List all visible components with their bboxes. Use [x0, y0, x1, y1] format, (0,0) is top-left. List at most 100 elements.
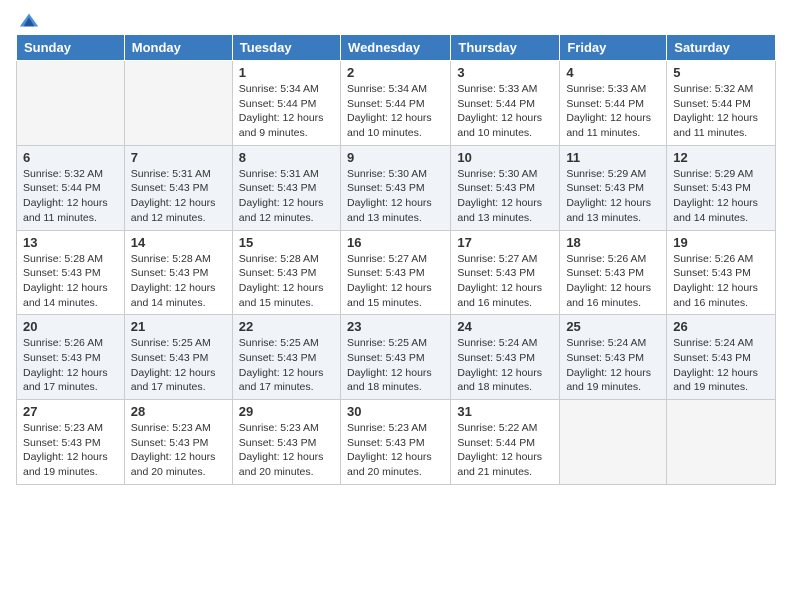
calendar-day-cell: 10 Sunrise: 5:30 AMSunset: 5:43 PMDayligh… [451, 145, 560, 230]
day-number: 26 [673, 319, 769, 334]
day-number: 28 [131, 404, 226, 419]
day-number: 2 [347, 65, 444, 80]
day-number: 24 [457, 319, 553, 334]
day-info: Sunrise: 5:34 AMSunset: 5:44 PMDaylight:… [347, 82, 444, 141]
day-info: Sunrise: 5:26 AMSunset: 5:43 PMDaylight:… [23, 336, 118, 395]
calendar-day-cell: 12Sunrise: 5:29 AMSunset: 5:43 PMDayligh… [667, 145, 776, 230]
calendar-table: SundayMondayTuesdayWednesdayThursdayFrid… [16, 34, 776, 485]
day-number: 10 [457, 150, 553, 165]
calendar-day-cell: 28 Sunrise: 5:23 AMSunset: 5:43 PMDayligh… [124, 400, 232, 485]
day-info: Sunrise: 5:28 AMSunset: 5:43 PMDaylight:… [131, 252, 226, 311]
calendar-day-cell: 9 Sunrise: 5:30 AMSunset: 5:43 PMDaylight… [341, 145, 451, 230]
calendar-day-cell: 15 Sunrise: 5:28 AMSunset: 5:43 PMDayligh… [232, 230, 340, 315]
day-info: Sunrise: 5:34 AMSunset: 5:44 PMDaylight:… [239, 82, 334, 141]
day-info: Sunrise: 5:31 AMSunset: 5:43 PMDaylight:… [239, 167, 334, 226]
day-info: Sunrise: 5:30 AMSunset: 5:43 PMDaylight:… [457, 167, 553, 226]
day-info: Sunrise: 5:32 AMSunset: 5:44 PMDaylight:… [23, 167, 118, 226]
day-number: 31 [457, 404, 553, 419]
day-number: 23 [347, 319, 444, 334]
day-info: Sunrise: 5:24 AMSunset: 5:43 PMDaylight:… [457, 336, 553, 395]
day-info: Sunrise: 5:24 AMSunset: 5:43 PMDaylight:… [566, 336, 660, 395]
day-number: 6 [23, 150, 118, 165]
calendar-day-cell: 16 Sunrise: 5:27 AMSunset: 5:43 PMDayligh… [341, 230, 451, 315]
calendar-day-cell: 14 Sunrise: 5:28 AMSunset: 5:43 PMDayligh… [124, 230, 232, 315]
day-number: 9 [347, 150, 444, 165]
calendar-day-cell: 4Sunrise: 5:33 AMSunset: 5:44 PMDaylight… [560, 61, 667, 146]
day-number: 25 [566, 319, 660, 334]
header [16, 10, 776, 26]
calendar-day-cell: 1 Sunrise: 5:34 AMSunset: 5:44 PMDaylight… [232, 61, 340, 146]
calendar-day-header: Monday [124, 35, 232, 61]
day-number: 17 [457, 235, 553, 250]
day-number: 21 [131, 319, 226, 334]
day-info: Sunrise: 5:22 AMSunset: 5:44 PMDaylight:… [457, 421, 553, 480]
calendar-week-row: 1 Sunrise: 5:34 AMSunset: 5:44 PMDaylight… [17, 61, 776, 146]
day-info: Sunrise: 5:24 AMSunset: 5:43 PMDaylight:… [673, 336, 769, 395]
day-info: Sunrise: 5:28 AMSunset: 5:43 PMDaylight:… [23, 252, 118, 311]
calendar-day-cell: 7Sunrise: 5:31 AMSunset: 5:43 PMDaylight… [124, 145, 232, 230]
day-info: Sunrise: 5:29 AMSunset: 5:43 PMDaylight:… [566, 167, 660, 226]
day-number: 8 [239, 150, 334, 165]
calendar-day-cell: 5Sunrise: 5:32 AMSunset: 5:44 PMDaylight… [667, 61, 776, 146]
calendar-day-cell: 26 Sunrise: 5:24 AMSunset: 5:43 PMDayligh… [667, 315, 776, 400]
day-number: 22 [239, 319, 334, 334]
calendar-week-row: 27 Sunrise: 5:23 AMSunset: 5:43 PMDayligh… [17, 400, 776, 485]
calendar-day-cell: 22Sunrise: 5:25 AMSunset: 5:43 PMDayligh… [232, 315, 340, 400]
calendar-header-row: SundayMondayTuesdayWednesdayThursdayFrid… [17, 35, 776, 61]
day-number: 14 [131, 235, 226, 250]
day-number: 18 [566, 235, 660, 250]
day-info: Sunrise: 5:23 AMSunset: 5:43 PMDaylight:… [23, 421, 118, 480]
day-info: Sunrise: 5:30 AMSunset: 5:43 PMDaylight:… [347, 167, 444, 226]
day-number: 3 [457, 65, 553, 80]
calendar-day-cell: 2 Sunrise: 5:34 AMSunset: 5:44 PMDaylight… [341, 61, 451, 146]
logo [16, 10, 40, 26]
day-number: 11 [566, 150, 660, 165]
calendar-day-cell [667, 400, 776, 485]
day-info: Sunrise: 5:25 AMSunset: 5:43 PMDaylight:… [347, 336, 444, 395]
day-info: Sunrise: 5:33 AMSunset: 5:44 PMDaylight:… [566, 82, 660, 141]
day-number: 15 [239, 235, 334, 250]
day-info: Sunrise: 5:29 AMSunset: 5:43 PMDaylight:… [673, 167, 769, 226]
calendar-day-cell [124, 61, 232, 146]
day-info: Sunrise: 5:27 AMSunset: 5:43 PMDaylight:… [347, 252, 444, 311]
calendar-day-cell: 3Sunrise: 5:33 AMSunset: 5:44 PMDaylight… [451, 61, 560, 146]
calendar-day-header: Friday [560, 35, 667, 61]
calendar-day-cell: 29 Sunrise: 5:23 AMSunset: 5:43 PMDayligh… [232, 400, 340, 485]
calendar-day-cell: 8 Sunrise: 5:31 AMSunset: 5:43 PMDaylight… [232, 145, 340, 230]
calendar-day-cell: 24 Sunrise: 5:24 AMSunset: 5:43 PMDayligh… [451, 315, 560, 400]
calendar-day-cell: 31 Sunrise: 5:22 AMSunset: 5:44 PMDayligh… [451, 400, 560, 485]
calendar-week-row: 6 Sunrise: 5:32 AMSunset: 5:44 PMDaylight… [17, 145, 776, 230]
calendar-day-cell: 25 Sunrise: 5:24 AMSunset: 5:43 PMDayligh… [560, 315, 667, 400]
day-info: Sunrise: 5:27 AMSunset: 5:43 PMDaylight:… [457, 252, 553, 311]
day-number: 30 [347, 404, 444, 419]
day-info: Sunrise: 5:25 AMSunset: 5:43 PMDaylight:… [131, 336, 226, 395]
day-number: 29 [239, 404, 334, 419]
calendar-week-row: 13 Sunrise: 5:28 AMSunset: 5:43 PMDayligh… [17, 230, 776, 315]
day-number: 1 [239, 65, 334, 80]
day-number: 19 [673, 235, 769, 250]
day-number: 27 [23, 404, 118, 419]
day-number: 7 [131, 150, 226, 165]
calendar-day-cell: 13 Sunrise: 5:28 AMSunset: 5:43 PMDayligh… [17, 230, 125, 315]
day-number: 16 [347, 235, 444, 250]
calendar-week-row: 20Sunrise: 5:26 AMSunset: 5:43 PMDayligh… [17, 315, 776, 400]
calendar-day-cell: 23 Sunrise: 5:25 AMSunset: 5:43 PMDayligh… [341, 315, 451, 400]
day-info: Sunrise: 5:26 AMSunset: 5:43 PMDaylight:… [566, 252, 660, 311]
calendar-day-header: Tuesday [232, 35, 340, 61]
calendar-day-header: Wednesday [341, 35, 451, 61]
day-number: 13 [23, 235, 118, 250]
page: SundayMondayTuesdayWednesdayThursdayFrid… [0, 0, 792, 612]
day-info: Sunrise: 5:23 AMSunset: 5:43 PMDaylight:… [131, 421, 226, 480]
calendar-day-cell [560, 400, 667, 485]
calendar-day-cell: 11 Sunrise: 5:29 AMSunset: 5:43 PMDayligh… [560, 145, 667, 230]
calendar-day-header: Thursday [451, 35, 560, 61]
calendar-day-cell: 17 Sunrise: 5:27 AMSunset: 5:43 PMDayligh… [451, 230, 560, 315]
day-info: Sunrise: 5:32 AMSunset: 5:44 PMDaylight:… [673, 82, 769, 141]
calendar-day-cell: 21 Sunrise: 5:25 AMSunset: 5:43 PMDayligh… [124, 315, 232, 400]
calendar-day-cell: 20Sunrise: 5:26 AMSunset: 5:43 PMDayligh… [17, 315, 125, 400]
calendar-day-cell [17, 61, 125, 146]
calendar-day-header: Sunday [17, 35, 125, 61]
day-info: Sunrise: 5:28 AMSunset: 5:43 PMDaylight:… [239, 252, 334, 311]
calendar-day-cell: 6 Sunrise: 5:32 AMSunset: 5:44 PMDaylight… [17, 145, 125, 230]
day-info: Sunrise: 5:23 AMSunset: 5:43 PMDaylight:… [239, 421, 334, 480]
